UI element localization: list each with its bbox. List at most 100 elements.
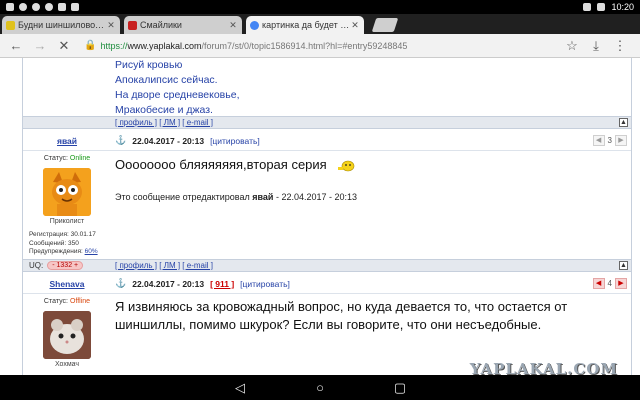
stop-icon[interactable]: ✕ bbox=[54, 36, 74, 56]
android-status-bar: 10:20 bbox=[0, 0, 640, 14]
tab-2[interactable]: Смайлики ✕ bbox=[124, 16, 242, 34]
post-rating: 3 bbox=[607, 136, 612, 145]
star-icon[interactable]: ☆ bbox=[562, 36, 582, 56]
post-body: Я извиняюсь за кровожадный вопрос, но ку… bbox=[115, 298, 567, 334]
post-link-icon[interactable]: ⚓ bbox=[115, 278, 126, 289]
new-tab-button[interactable] bbox=[371, 18, 399, 32]
tab-favicon bbox=[128, 20, 137, 30]
post-header: явай ⚓ 22.04.2017 - 20:13 [цитировать] ◀… bbox=[23, 131, 631, 151]
scroll-top-icon[interactable]: ▲ bbox=[619, 118, 628, 127]
quote-button[interactable]: [цитировать] bbox=[240, 279, 290, 289]
edit-date: - 22.04.2017 - 20:13 bbox=[275, 192, 358, 202]
status-label: Статус: bbox=[43, 298, 68, 305]
rate-down-button[interactable]: ◀ bbox=[592, 135, 605, 146]
warnings-label: Предупреждения: bbox=[29, 248, 83, 255]
post-author[interactable]: Shenava bbox=[23, 279, 111, 289]
url-scheme: https:// bbox=[100, 40, 128, 51]
url-field[interactable]: 🔒 https:// www.yaplakal.com /forum7/st/0… bbox=[84, 37, 562, 55]
url-path: /forum7/st/0/topic1586914.html?hl=#entry… bbox=[201, 40, 408, 51]
chat-icon bbox=[45, 3, 53, 11]
user-rank: Хохмач bbox=[54, 361, 80, 368]
post-text: Оооооооо бляяяяяяя,вторая серия bbox=[115, 157, 327, 172]
rate-link[interactable]: [ 911 ] bbox=[210, 279, 234, 289]
menu-icon[interactable]: ⋮ bbox=[610, 36, 630, 56]
download-icon[interactable]: ⤓ bbox=[586, 36, 606, 56]
post-footer-bar: [ профиль ] [ ЛМ ] [ e-mail ] ▲ bbox=[23, 116, 631, 129]
tab-title: Будни шиншиловода. Ча bbox=[18, 20, 106, 30]
smiley-icon bbox=[338, 160, 356, 172]
user-sidebar: Статус: Offline Хохмач bbox=[23, 296, 111, 368]
post-header: Shenava ⚓ 22.04.2017 - 20:13 [ 911 ] [ци… bbox=[23, 274, 631, 294]
tab-title: Смайлики bbox=[140, 20, 182, 30]
battery-icon bbox=[597, 3, 606, 11]
forward-arrow-icon[interactable]: → bbox=[30, 36, 50, 56]
notification-icon bbox=[6, 3, 14, 11]
email-link[interactable]: [ e-mail ] bbox=[182, 261, 213, 270]
mail-icon bbox=[58, 3, 66, 11]
pm-link[interactable]: [ ЛМ ] bbox=[159, 118, 180, 127]
recents-icon[interactable]: ▢ bbox=[389, 380, 411, 395]
close-tab-icon[interactable]: ✕ bbox=[106, 20, 116, 31]
uq-rating: UQ: - 1332 + bbox=[29, 261, 84, 270]
status-time: 10:20 bbox=[611, 2, 634, 12]
tab-favicon bbox=[250, 20, 259, 30]
post-body: Оооооооо бляяяяяяя,вторая серия bbox=[115, 157, 356, 172]
avatar[interactable] bbox=[43, 168, 91, 216]
avatar[interactable] bbox=[43, 311, 91, 359]
android-nav-bar: ◁ ○ ▢ bbox=[0, 375, 640, 400]
scroll-top-icon[interactable]: ▲ bbox=[619, 261, 628, 270]
warnings-value[interactable]: 60% bbox=[85, 248, 98, 255]
pm-link[interactable]: [ ЛМ ] bbox=[159, 261, 180, 270]
profile-link[interactable]: [ профиль ] bbox=[115, 118, 157, 127]
rate-up-button[interactable]: ▶ bbox=[615, 278, 627, 289]
quote-button[interactable]: [цитировать] bbox=[210, 136, 260, 146]
post-link-icon[interactable]: ⚓ bbox=[115, 135, 126, 146]
close-tab-icon[interactable]: ✕ bbox=[350, 20, 360, 31]
uq-label: UQ: bbox=[29, 261, 44, 270]
status-label: Статус: bbox=[43, 155, 68, 162]
forum-thread: Рисуй кровью Апокалипсис сейчас. На двор… bbox=[22, 58, 632, 375]
registration-date: Регистрация: 30.01.17 bbox=[29, 231, 96, 238]
post-text-line: шиншиллы, помимо шкурок? Если вы говорит… bbox=[115, 317, 542, 332]
status-value: Online bbox=[69, 155, 91, 162]
post-date: 22.04.2017 - 20:13 bbox=[132, 135, 205, 146]
web-page: Рисуй кровью Апокалипсис сейчас. На двор… bbox=[0, 58, 640, 375]
url-host: www.yaplakal.com bbox=[127, 40, 202, 51]
tab-favicon bbox=[6, 20, 15, 30]
quote-line: Апокалипсис сейчас. bbox=[115, 74, 218, 86]
tab-1[interactable]: Будни шиншиловода. Ча ✕ bbox=[2, 16, 120, 34]
rate-down-button[interactable]: ◀ bbox=[592, 278, 605, 289]
whatsapp-icon bbox=[32, 3, 40, 11]
post-date: 22.04.2017 - 20:13 bbox=[132, 278, 205, 289]
close-tab-icon[interactable]: ✕ bbox=[228, 20, 238, 31]
message-count: Сообщений: 350 bbox=[29, 239, 79, 247]
rate-up-button[interactable]: ▶ bbox=[615, 135, 627, 146]
lock-icon: 🔒 bbox=[84, 40, 97, 51]
mail-icon bbox=[71, 3, 79, 11]
wifi-icon bbox=[583, 3, 592, 11]
quote-line: На дворе средневековье, bbox=[115, 89, 240, 101]
tab-strip: Будни шиншиловода. Ча ✕ Смайлики ✕ карти… bbox=[0, 14, 640, 34]
post-rating: 4 bbox=[607, 279, 612, 288]
email-link[interactable]: [ e-mail ] bbox=[182, 118, 213, 127]
status-value: Offline bbox=[69, 298, 91, 305]
tab-title: картинка да будет срач - Г bbox=[262, 20, 350, 30]
user-sidebar: Статус: Online Приколист Регистрация: 30… bbox=[23, 153, 111, 257]
edit-prefix: Это сообщение отредактировал bbox=[115, 192, 250, 202]
edit-note: Это сообщение отредактировал явай - 22.0… bbox=[115, 192, 357, 202]
post-footer-bar: UQ: - 1332 + [ профиль ] [ ЛМ ] [ e-mail… bbox=[23, 259, 631, 272]
quote-block: Рисуй кровью Апокалипсис сейчас. На двор… bbox=[115, 58, 239, 118]
back-icon[interactable]: ◁ bbox=[229, 380, 251, 395]
tab-3[interactable]: картинка да будет срач - Г ✕ bbox=[246, 16, 364, 34]
quote-line: Рисуй кровью bbox=[115, 59, 183, 71]
user-stats: Регистрация: 30.01.17 Сообщений: 350 Пре… bbox=[23, 231, 111, 257]
back-arrow-icon[interactable]: ← bbox=[6, 36, 26, 56]
post-author[interactable]: явай bbox=[23, 136, 111, 146]
uq-badge[interactable]: - 1332 + bbox=[47, 261, 84, 270]
address-bar-row: ← → ✕ 🔒 https:// www.yaplakal.com /forum… bbox=[0, 34, 640, 58]
user-rank: Приколист bbox=[49, 218, 85, 225]
post-text-line: Я извиняюсь за кровожадный вопрос, но ку… bbox=[115, 299, 568, 314]
home-icon[interactable]: ○ bbox=[309, 380, 331, 395]
chrome-icon bbox=[19, 3, 27, 11]
profile-link[interactable]: [ профиль ] bbox=[115, 261, 157, 270]
